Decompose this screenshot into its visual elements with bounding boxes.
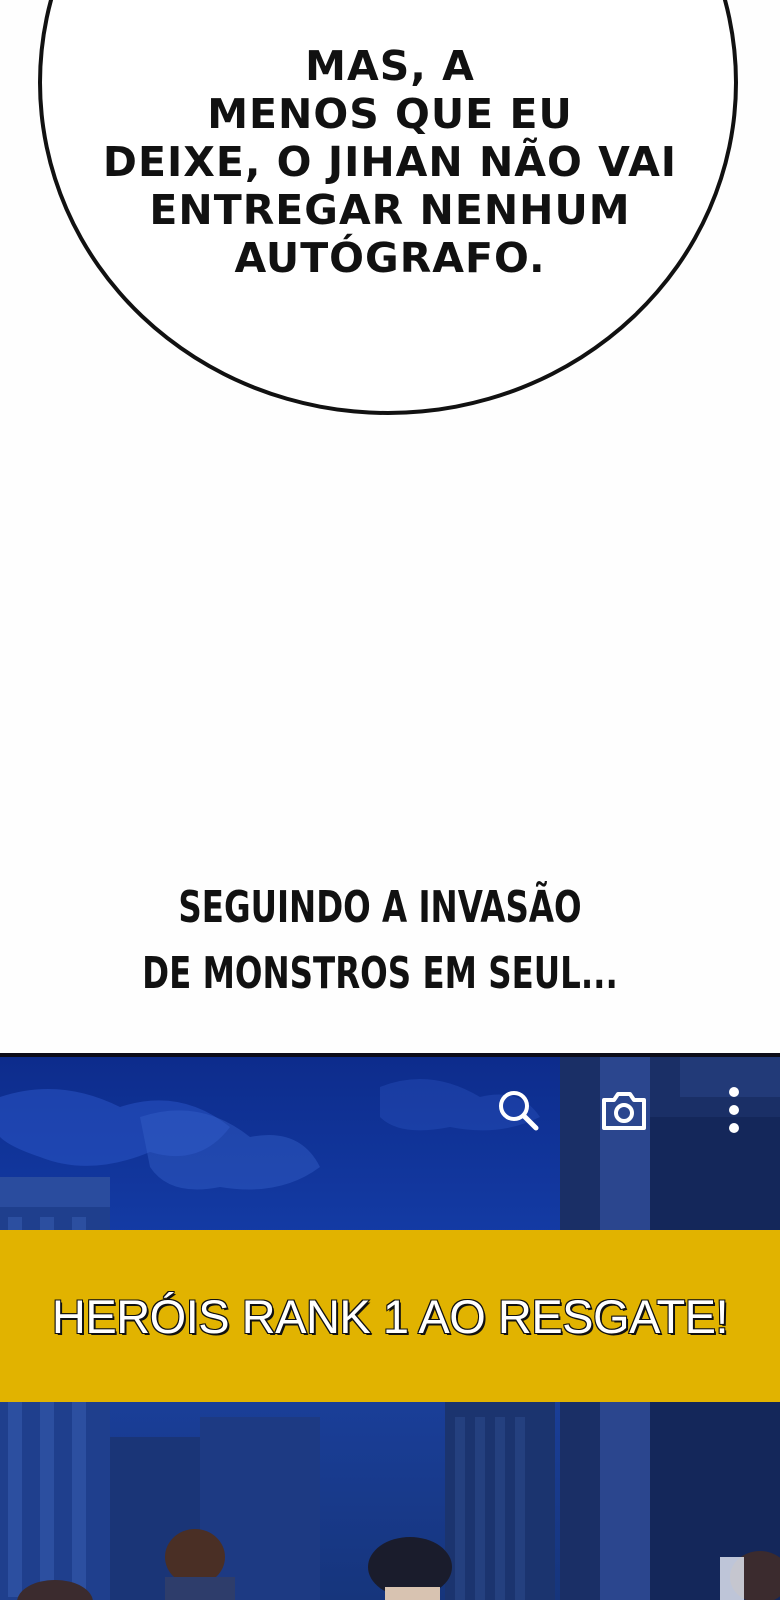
promo-banner: HERÓIS RANK 1 AO RESGATE! <box>0 1230 780 1402</box>
camera-icon[interactable] <box>598 1084 650 1136</box>
comic-page: MAS, A MENOS QUE EU DEIXE, O JIHAN NÃO V… <box>0 0 780 1600</box>
narration-caption: SEGUINDO A INVASÃO DE MONSTROS EM SEUL..… <box>142 882 618 999</box>
speech-bubble-text: MAS, A MENOS QUE EU DEIXE, O JIHAN NÃO V… <box>102 42 678 282</box>
banner-title: HERÓIS RANK 1 AO RESGATE! <box>51 1289 730 1344</box>
more-vertical-icon[interactable] <box>708 1084 760 1136</box>
search-icon[interactable] <box>492 1084 544 1136</box>
